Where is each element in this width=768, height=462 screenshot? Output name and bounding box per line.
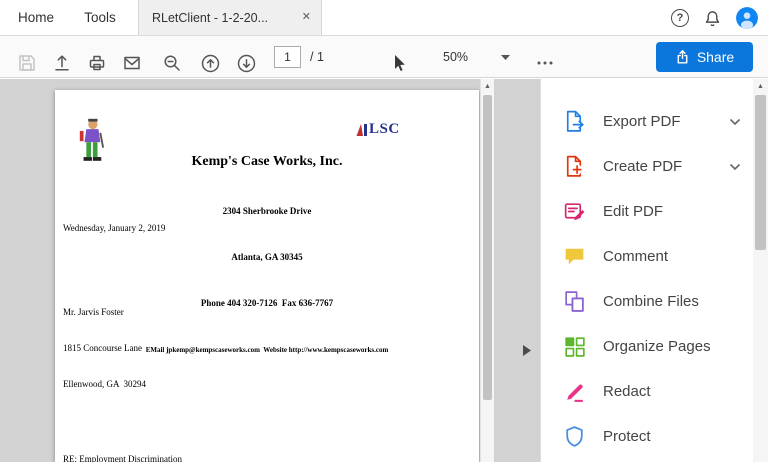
share-icon (675, 49, 690, 65)
zoom-level-value[interactable]: 50% (443, 36, 468, 78)
share-button[interactable]: Share (656, 42, 753, 72)
document-tab-title: RLetClient - 1-2-20... (152, 10, 269, 25)
acrobat-window: Home Tools RLetClient - 1-2-20... ✕ ? 1 … (0, 0, 768, 462)
zoom-out-icon[interactable] (159, 50, 185, 76)
create-pdf-icon (561, 154, 587, 180)
redact-icon (561, 379, 587, 405)
protect-icon (561, 424, 587, 450)
close-tab-icon[interactable]: ✕ (302, 12, 311, 23)
edit-pdf-icon (561, 199, 587, 225)
company-city: Atlanta, GA 30345 (231, 252, 303, 262)
page-number-input[interactable] (274, 46, 301, 68)
company-address: 2304 Sherbrooke Drive (222, 206, 312, 216)
panel-item-combine-files[interactable]: Combine Files (541, 279, 753, 324)
print-icon[interactable] (84, 50, 110, 76)
toolbar: / 1 50% Share (0, 36, 768, 78)
tab-document[interactable]: RLetClient - 1-2-20... ✕ (138, 0, 322, 35)
tab-home[interactable]: Home (6, 0, 66, 35)
panel-item-label: Export PDF (603, 113, 681, 130)
panel-item-protect[interactable]: Protect (541, 414, 753, 459)
collapse-panel-button[interactable] (518, 339, 536, 361)
panel-item-label: Organize Pages (603, 338, 711, 355)
panel-scrollbar[interactable]: ▲ (753, 79, 768, 462)
panel-item-redact[interactable]: Redact (541, 369, 753, 414)
topbar-right: ? (671, 0, 768, 36)
previous-page-icon[interactable] (197, 50, 223, 76)
panel-item-comment[interactable]: Comment (541, 234, 753, 279)
bell-icon[interactable] (703, 9, 722, 28)
zoom-dropdown-icon[interactable] (501, 55, 510, 60)
panel-item-label: Create PDF (603, 158, 683, 175)
chevron-down-icon[interactable] (729, 163, 741, 171)
scroll-up-icon[interactable]: ▲ (481, 79, 494, 93)
tools-panel: Export PDF Create PDF Edit PDF Comment C… (540, 79, 768, 462)
document-scrollbar[interactable]: ▲ (480, 79, 494, 462)
combine-files-icon (561, 289, 587, 315)
lsc-logo-text: LSC (369, 121, 400, 137)
scroll-up-icon[interactable]: ▲ (753, 79, 768, 93)
company-email-web: EMail jpkemp@kempscaseworks.com Website … (145, 346, 389, 354)
panel-item-export-pdf[interactable]: Export PDF (541, 99, 753, 144)
tab-tools-label: Tools (84, 10, 116, 25)
next-page-icon[interactable] (233, 50, 259, 76)
panel-item-label: Redact (603, 383, 651, 400)
organize-pages-icon (561, 334, 587, 360)
account-avatar[interactable] (736, 7, 758, 29)
company-name: Kemp's Case Works, Inc. (191, 154, 343, 169)
tab-home-label: Home (17, 10, 54, 25)
company-phone-fax: Phone 404 320-7126 Fax 636-7767 (200, 298, 334, 308)
chevron-down-icon[interactable] (729, 118, 741, 126)
comment-icon (561, 244, 587, 270)
document-scrollbar-thumb[interactable] (483, 95, 492, 400)
export-pdf-icon (561, 109, 587, 135)
re-line: RE: Employment Discrimination (63, 454, 182, 462)
panel-item-edit-pdf[interactable]: Edit PDF (541, 189, 753, 234)
panel-scrollbar-thumb[interactable] (755, 95, 766, 250)
panel-item-label: Edit PDF (603, 203, 664, 220)
lsc-logo: LSC (355, 121, 400, 138)
panel-item-create-pdf[interactable]: Create PDF (541, 144, 753, 189)
save-icon[interactable] (14, 50, 40, 76)
email-icon[interactable] (119, 50, 145, 76)
content-area: Kemp's Case Works, Inc. 2304 Sherbrooke … (0, 79, 768, 462)
document-viewport[interactable]: Kemp's Case Works, Inc. 2304 Sherbrooke … (0, 79, 540, 462)
page-total-label: / 1 (310, 50, 324, 64)
pdf-page: Kemp's Case Works, Inc. 2304 Sherbrooke … (55, 90, 479, 462)
help-icon[interactable]: ? (671, 9, 689, 27)
more-tools-icon[interactable] (532, 50, 558, 76)
select-tool-icon[interactable] (385, 50, 411, 76)
panel-item-organize-pages[interactable]: Organize Pages (541, 324, 753, 369)
panel-item-label: Protect (603, 428, 651, 445)
tab-bar: Home Tools RLetClient - 1-2-20... ✕ ? (0, 0, 768, 36)
tab-tools[interactable]: Tools (70, 0, 130, 35)
tools-panel-list: Export PDF Create PDF Edit PDF Comment C… (541, 99, 753, 459)
share-button-label: Share (696, 49, 735, 65)
panel-item-label: Comment (603, 248, 669, 265)
upload-icon[interactable] (49, 50, 75, 76)
panel-item-label: Combine Files (603, 293, 699, 310)
letter-header: Kemp's Case Works, Inc. 2304 Sherbrooke … (55, 90, 479, 354)
